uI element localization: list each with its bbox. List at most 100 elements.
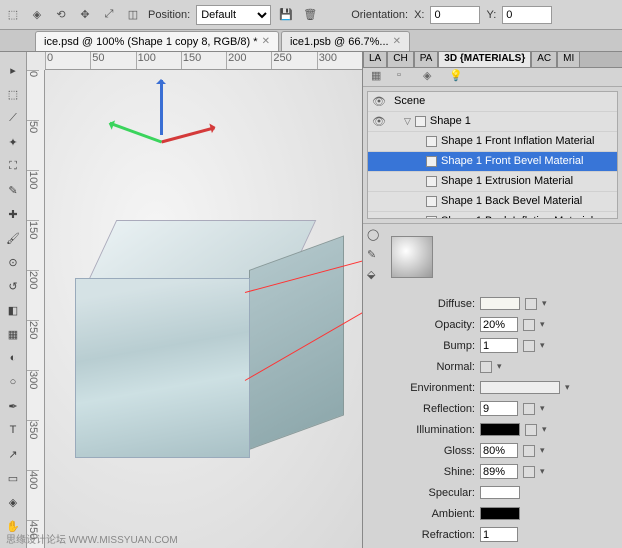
specular-swatch[interactable]	[480, 486, 520, 499]
type-tool-icon[interactable]: T	[1, 419, 25, 441]
texture-icon[interactable]	[523, 403, 535, 415]
disclosure-icon[interactable]: ▽	[404, 116, 411, 127]
path-tool-icon[interactable]: ↗	[1, 443, 25, 465]
tab-layers[interactable]: LA	[363, 52, 387, 67]
lasso-tool-icon[interactable]: ⟋	[1, 107, 25, 129]
illumination-swatch[interactable]	[480, 423, 520, 436]
shape-tool-icon[interactable]: ▭	[1, 467, 25, 489]
texture-icon[interactable]	[480, 361, 492, 373]
chevron-down-icon[interactable]: ▾	[540, 445, 550, 456]
save-icon[interactable]: 💾	[277, 6, 295, 24]
history-tool-icon[interactable]: ↺	[1, 275, 25, 297]
chevron-down-icon[interactable]: ▾	[542, 298, 552, 309]
chevron-down-icon[interactable]: ▾	[565, 382, 575, 393]
chevron-down-icon[interactable]: ▾	[540, 340, 550, 351]
pen-tool-icon[interactable]: ✒	[1, 395, 25, 417]
filter-mesh-icon[interactable]: ▫	[397, 69, 413, 85]
scene-tree[interactable]: 👁Scene 👁▽Shape 1 Shape 1 Front Inflation…	[367, 91, 618, 219]
environment-swatch[interactable]	[480, 381, 560, 394]
crop-tool-icon[interactable]: ⛶	[1, 155, 25, 177]
scene-row-material-selected[interactable]: Shape 1 Front Bevel Material	[368, 152, 617, 172]
rotate-icon[interactable]: ⟲	[52, 6, 70, 24]
gloss-input[interactable]	[480, 443, 518, 458]
chevron-down-icon[interactable]: ▾	[540, 403, 550, 414]
bump-input[interactable]	[480, 338, 518, 353]
scene-row-material[interactable]: Shape 1 Back Inflation Material	[368, 212, 617, 219]
chevron-down-icon[interactable]: ▾	[540, 319, 550, 330]
texture-icon[interactable]	[523, 340, 535, 352]
dodge-tool-icon[interactable]: ○	[1, 371, 25, 393]
heal-tool-icon[interactable]: ✚	[1, 203, 25, 225]
tab-paths[interactable]: PA	[414, 52, 439, 67]
close-icon[interactable]: ✕	[262, 36, 270, 47]
texture-icon[interactable]	[523, 466, 535, 478]
filter-scene-icon[interactable]: ▦	[371, 69, 387, 85]
cube-icon[interactable]: ◈	[28, 6, 46, 24]
home-icon[interactable]: ⬚	[4, 6, 22, 24]
marquee-tool-icon[interactable]: ⬚	[1, 83, 25, 105]
ice-cube-3d[interactable]	[75, 220, 345, 460]
tab-actions[interactable]: AC	[531, 52, 557, 67]
gradient-tool-icon[interactable]: ▦	[1, 323, 25, 345]
chevron-down-icon[interactable]: ▾	[540, 466, 550, 477]
axis-y-icon[interactable]	[109, 122, 162, 144]
blur-tool-icon[interactable]: ◐	[1, 347, 25, 369]
brush-tool-icon[interactable]: 🖌	[1, 227, 25, 249]
tab-ice1-psb[interactable]: ice1.psb @ 66.7%...✕	[281, 31, 410, 51]
scene-row-material[interactable]: Shape 1 Extrusion Material	[368, 172, 617, 192]
tab-ice-psd[interactable]: ice.psd @ 100% (Shape 1 copy 8, RGB/8) *…	[35, 31, 279, 51]
options-bar: ⬚ ◈ ⟲ ✥ ⤢ ◫ Position: Default 💾 🗑 Orient…	[0, 0, 622, 30]
stamp-tool-icon[interactable]: ⊙	[1, 251, 25, 273]
eyedrop-tool-icon[interactable]: ✎	[1, 179, 25, 201]
wand-tool-icon[interactable]: ✦	[1, 131, 25, 153]
ambient-swatch[interactable]	[480, 507, 520, 520]
texture-icon[interactable]	[523, 445, 535, 457]
material-icon	[426, 216, 437, 219]
delete-icon[interactable]: 🗑	[301, 6, 319, 24]
orientation-label: Orientation:	[351, 9, 408, 21]
axis-z-icon[interactable]	[160, 80, 163, 135]
close-icon[interactable]: ✕	[393, 36, 401, 47]
refraction-input[interactable]	[480, 527, 518, 542]
scale-icon[interactable]: ⤢	[100, 6, 118, 24]
shine-input[interactable]	[480, 464, 518, 479]
canvas[interactable]	[45, 70, 362, 548]
watermark: 思缘设计论坛 WWW.MISSYUAN.COM	[6, 531, 178, 546]
texture-icon[interactable]	[525, 424, 537, 436]
filter-material-icon[interactable]: ◈	[423, 69, 439, 85]
shape-icon[interactable]: ◫	[124, 6, 142, 24]
move-tool-icon[interactable]: ▸	[1, 59, 25, 81]
x-input[interactable]	[430, 6, 480, 24]
scene-row-material[interactable]: Shape 1 Back Bevel Material	[368, 192, 617, 212]
reflection-input[interactable]	[480, 401, 518, 416]
3d-tool-icon[interactable]: ◈	[1, 491, 25, 513]
bucket-icon[interactable]: ⬙	[367, 268, 385, 286]
eye-icon[interactable]: 👁	[372, 115, 386, 128]
chevron-down-icon[interactable]: ▾	[542, 424, 552, 435]
position-select[interactable]: Default	[196, 5, 271, 25]
chevron-down-icon[interactable]: ▾	[497, 361, 507, 372]
texture-icon[interactable]	[525, 298, 537, 310]
texture-icon[interactable]	[523, 319, 535, 331]
ruler-horizontal: 050100150200250300	[45, 52, 362, 70]
scene-row-material[interactable]: Shape 1 Front Inflation Material	[368, 132, 617, 152]
sphere-icon[interactable]: ◯	[367, 228, 385, 246]
scene-row[interactable]: 👁Scene	[368, 92, 617, 112]
y-input[interactable]	[502, 6, 552, 24]
opacity-input[interactable]	[480, 317, 518, 332]
axis-x-icon[interactable]	[161, 126, 215, 143]
eraser-tool-icon[interactable]: ◧	[1, 299, 25, 321]
material-thumbnail[interactable]	[391, 236, 433, 278]
scene-row[interactable]: 👁▽Shape 1	[368, 112, 617, 132]
diffuse-swatch[interactable]	[480, 297, 520, 310]
eye-icon[interactable]: 👁	[372, 95, 386, 108]
canvas-area: 050100150200250300 050100150200250300350…	[27, 52, 362, 548]
move-icon[interactable]: ✥	[76, 6, 94, 24]
tab-channels[interactable]: CH	[387, 52, 413, 67]
tab-3d-materials[interactable]: 3D {MATERIALS}	[438, 52, 531, 67]
tab-mi[interactable]: MI	[557, 52, 580, 67]
filter-light-icon[interactable]: 💡	[449, 69, 465, 85]
eyedrop-icon[interactable]: ✎	[367, 248, 385, 266]
x-label: X:	[414, 9, 424, 21]
material-icon	[426, 136, 437, 147]
